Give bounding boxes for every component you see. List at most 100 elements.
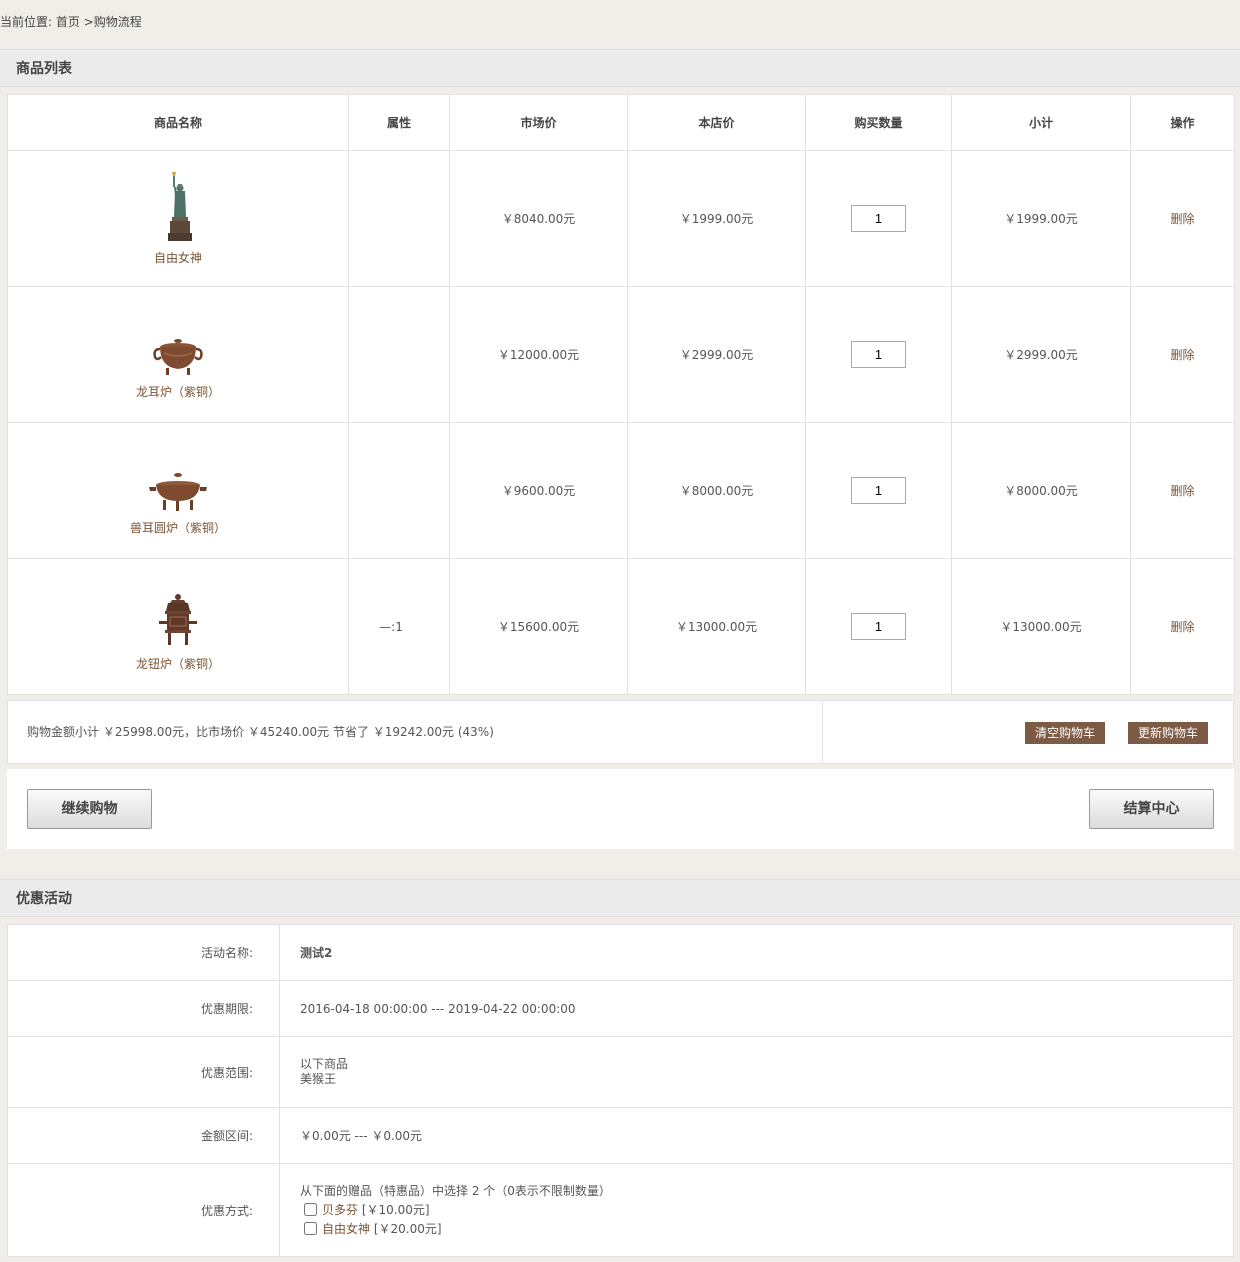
qty-cell <box>805 422 952 559</box>
quantity-input[interactable] <box>851 613 906 640</box>
continue-shopping-button[interactable]: 继续购物 <box>27 789 152 829</box>
quantity-input[interactable] <box>851 205 906 232</box>
cart-summary-actions: 清空购物车 更新购物车 <box>823 701 1233 763</box>
promo-scope-line: 以下商品 <box>300 1057 349 1071</box>
col-header-attr: 属性 <box>348 94 450 151</box>
product-name-link[interactable]: 自由女神 <box>154 251 202 265</box>
quantity-input[interactable] <box>851 341 906 368</box>
qty-cell <box>805 558 952 695</box>
product-name-link[interactable]: 龙耳炉（紫铜） <box>136 385 220 399</box>
product-name-link[interactable]: 龙钮炉（紫铜） <box>136 657 220 671</box>
cart-total-text: 购物金额小计 ￥25998.00元，比市场价 ￥45240.00元 节省了 ￥1… <box>8 701 823 763</box>
attr-cell <box>348 150 450 287</box>
gift-name: 自由女神 <box>322 1222 371 1236</box>
qty-cell <box>805 286 952 423</box>
subtotal-cell: ￥2999.00元 <box>951 286 1131 423</box>
product-image-link[interactable] <box>8 445 348 513</box>
market-price-cell: ￥8040.00元 <box>449 150 628 287</box>
gift-price: [￥10.00元] <box>361 1203 430 1217</box>
gift-checkbox[interactable] <box>304 1203 317 1216</box>
col-header-subtotal: 小计 <box>951 94 1131 151</box>
promo-scope-item: 美猴王 <box>300 1072 337 1086</box>
update-cart-button[interactable]: 更新购物车 <box>1128 722 1209 744</box>
promo-table: 活动名称: 测试2 优惠期限: 2016-04-18 00:00:00 --- … <box>7 924 1234 1257</box>
promo-name-value: 测试2 <box>279 924 1234 981</box>
action-cell: 删除 <box>1130 422 1235 559</box>
product-cell: 龙耳炉（紫铜） <box>7 286 349 423</box>
gift-option: 贝多芬 [￥10.00元] <box>300 1200 1233 1219</box>
breadcrumb: 当前位置: 首页 >购物流程 <box>0 12 142 32</box>
col-header-action: 操作 <box>1130 94 1235 151</box>
product-cell: 兽耳圆炉（紫铜） <box>7 422 349 559</box>
delete-link[interactable]: 删除 <box>1170 212 1194 226</box>
cart-row: 兽耳圆炉（紫铜） ￥9600.00元 ￥8000.00元 ￥8000.00元 删… <box>7 422 1235 559</box>
gift-option: 自由女神 [￥20.00元] <box>300 1219 1233 1238</box>
promo-name-label: 活动名称: <box>7 924 280 981</box>
product-image-link[interactable] <box>8 309 348 377</box>
promo-amount-label: 金额区间: <box>7 1107 280 1164</box>
product-name-link[interactable]: 兽耳圆炉（紫铜） <box>130 521 226 535</box>
shop-price-cell: ￥2999.00元 <box>627 286 806 423</box>
dragon-ear-censer-icon <box>153 339 203 375</box>
promo-method-text: 从下面的赠品（特惠品）中选择 2 个（0表示不限制数量） <box>300 1184 611 1198</box>
action-cell: 删除 <box>1130 150 1235 287</box>
promo-period-label: 优惠期限: <box>7 980 280 1037</box>
gift-name: 贝多芬 <box>322 1203 359 1217</box>
beast-ear-round-censer-icon <box>149 473 207 511</box>
cart-summary: 购物金额小计 ￥25998.00元，比市场价 ￥45240.00元 节省了 ￥1… <box>7 700 1234 764</box>
shop-price-cell: ￥8000.00元 <box>627 422 806 559</box>
subtotal-cell: ￥1999.00元 <box>951 150 1131 287</box>
product-cell: 自由女神 <box>7 150 349 287</box>
quantity-input[interactable] <box>851 477 906 504</box>
shop-price-cell: ￥1999.00元 <box>627 150 806 287</box>
promo-row-name: 活动名称: 测试2 <box>7 924 1234 981</box>
action-cell: 删除 <box>1130 558 1235 695</box>
col-header-market-price: 市场价 <box>449 94 628 151</box>
subtotal-cell: ￥8000.00元 <box>951 422 1131 559</box>
cart-row: 自由女神 ￥8040.00元 ￥1999.00元 ￥1999.00元 删除 <box>7 150 1235 287</box>
breadcrumb-separator: > <box>83 15 94 29</box>
market-price-cell: ￥9600.00元 <box>449 422 628 559</box>
market-price-cell: ￥12000.00元 <box>449 286 628 423</box>
col-header-name: 商品名称 <box>7 94 349 151</box>
product-image-link[interactable] <box>8 581 348 649</box>
cart-row: 龙钮炉（紫铜） —:1 ￥15600.00元 ￥13000.00元 ￥13000… <box>7 558 1235 695</box>
gift-price: [￥20.00元] <box>373 1222 442 1236</box>
attr-value: —:1 <box>379 619 403 634</box>
gift-checkbox[interactable] <box>304 1222 317 1235</box>
checkout-button[interactable]: 结算中心 <box>1089 789 1214 829</box>
promo-scope-label: 优惠范围: <box>7 1036 280 1108</box>
promo-method-label: 优惠方式: <box>7 1163 280 1257</box>
promo-period-value: 2016-04-18 00:00:00 --- 2019-04-22 00:00… <box>279 980 1234 1037</box>
attr-cell: —:1 <box>348 558 450 695</box>
dragon-knob-censer-icon <box>159 594 197 645</box>
delete-link[interactable]: 删除 <box>1170 620 1194 634</box>
market-price-cell: ￥15600.00元 <box>449 558 628 695</box>
promo-row-period: 优惠期限: 2016-04-18 00:00:00 --- 2019-04-22… <box>7 980 1234 1037</box>
attr-cell <box>348 422 450 559</box>
promo-amount-value: ￥0.00元 --- ￥0.00元 <box>279 1107 1234 1164</box>
delete-link[interactable]: 删除 <box>1170 348 1194 362</box>
col-header-shop-price: 本店价 <box>627 94 806 151</box>
cart-table: 商品名称 属性 市场价 本店价 购买数量 小计 操作 自由女神 ￥8040.00… <box>7 94 1235 695</box>
clear-cart-button[interactable]: 清空购物车 <box>1025 722 1106 744</box>
delete-link[interactable]: 删除 <box>1170 484 1194 498</box>
breadcrumb-home-link[interactable]: 首页 <box>56 15 80 29</box>
promo-row-method: 优惠方式: 从下面的赠品（特惠品）中选择 2 个（0表示不限制数量） 贝多芬 [… <box>7 1163 1234 1257</box>
product-section-title: 商品列表 <box>0 49 1240 87</box>
promo-method-value: 从下面的赠品（特惠品）中选择 2 个（0表示不限制数量） 贝多芬 [￥10.00… <box>279 1163 1234 1257</box>
qty-cell <box>805 150 952 287</box>
breadcrumb-current: 购物流程 <box>93 15 142 29</box>
promo-section-title: 优惠活动 <box>0 879 1240 917</box>
promo-scope-value: 以下商品 美猴王 <box>279 1036 1234 1108</box>
shop-price-cell: ￥13000.00元 <box>627 558 806 695</box>
cart-row: 龙耳炉（紫铜） ￥12000.00元 ￥2999.00元 ￥2999.00元 删… <box>7 286 1235 423</box>
cart-action-bar: 继续购物 结算中心 <box>7 769 1234 849</box>
promo-name-text: 测试2 <box>300 946 333 960</box>
product-image-link[interactable] <box>8 171 348 243</box>
statue-of-liberty-icon <box>168 172 192 241</box>
action-cell: 删除 <box>1130 286 1235 423</box>
cart-header-row: 商品名称 属性 市场价 本店价 购买数量 小计 操作 <box>7 94 1235 151</box>
product-cell: 龙钮炉（紫铜） <box>7 558 349 695</box>
promo-row-amount: 金额区间: ￥0.00元 --- ￥0.00元 <box>7 1107 1234 1164</box>
